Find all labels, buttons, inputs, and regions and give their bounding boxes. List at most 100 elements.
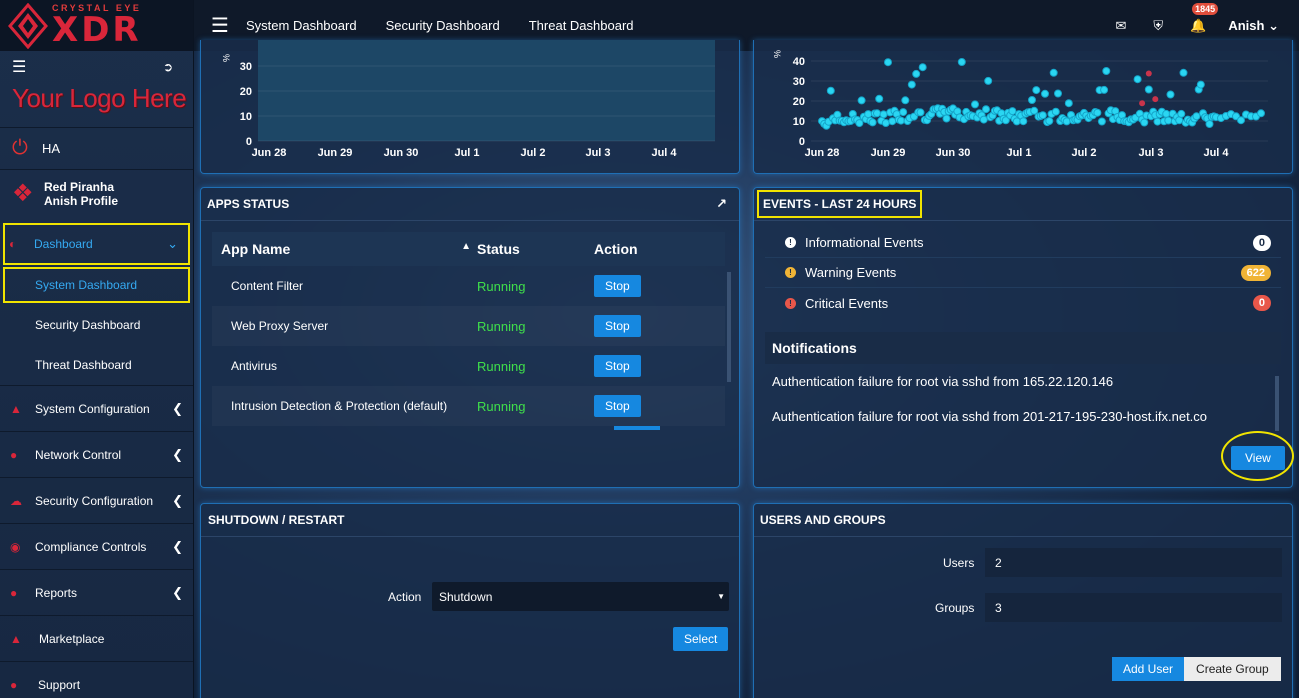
table-row: Web Proxy Server Running Stop [212,306,725,346]
x-tick-label: Jun 29 [871,147,906,159]
event-label: Critical Events [805,295,889,311]
action-select[interactable]: Shutdown ▼ [432,582,729,611]
hamburger-icon[interactable]: ☰ [194,13,246,38]
support-icon: ● [10,677,18,692]
logout-icon[interactable]: ➲ [163,60,173,74]
scatter-point [855,119,864,128]
sidebar-item-marketplace[interactable]: ▲ Marketplace [0,615,193,661]
x-tick-label: Jul 4 [651,147,677,159]
x-tick-label: Jun 28 [252,147,287,159]
scatter-point [1139,100,1146,107]
partial-row-button [614,426,660,430]
sidebar-item-network-control[interactable]: ● Network Control ❮ [0,431,193,477]
scatter-point [879,110,888,119]
chevron-left-icon: ❮ [172,446,183,462]
event-row-critical[interactable]: ! Critical Events 0 [765,288,1281,318]
scatter-point [1045,117,1054,125]
right-chart-ylabel-fragment: % [772,50,782,58]
app-name: Intrusion Detection & Protection (defaul… [231,399,448,413]
sidebar-sub-security-dashboard[interactable]: Security Dashboard [0,305,193,345]
sidebar-item-security-configuration[interactable]: ☁ Security Configuration ❮ [0,477,193,523]
scatter-point [1133,75,1142,84]
tab-system-dashboard[interactable]: System Dashboard [246,18,357,33]
col-action: Action [594,241,638,257]
stop-button[interactable]: Stop [594,275,641,297]
gear-icon: ◉ [10,539,21,554]
scatter-point [912,69,921,78]
scatter-point [982,105,990,114]
stop-button[interactable]: Stop [594,315,641,337]
sidebar-item-dashboard[interactable]: ◐ Dashboard ⌄ [3,223,190,265]
action-select-value: Shutdown [439,589,493,604]
create-group-button[interactable]: Create Group [1184,657,1281,681]
external-link-icon[interactable]: ↗ [716,196,727,212]
scatter-point [1032,86,1041,95]
cloud-icon: ☁ [10,493,22,508]
scatter-point [1049,68,1058,77]
ha-label: HA [42,141,61,156]
events-header: EVENTS - LAST 24 HOURS [754,188,1292,221]
scatter-point [875,94,884,103]
scatter-point [826,86,835,95]
sidebar-item-system-configuration[interactable]: ▲ System Configuration ❮ [0,385,193,431]
reports-icon: ● [10,585,18,600]
scatter-point [884,58,892,67]
scatter-point [1102,67,1111,75]
select-button[interactable]: Select [673,627,729,651]
info-icon: ! [785,237,796,248]
scatter-point [1152,96,1159,103]
sidebar-item-label: Security Configuration [35,493,154,508]
sort-up-icon[interactable]: ▲ [461,241,471,252]
x-tick-label: Jun 28 [805,147,840,159]
profile-card[interactable]: ❖ Red Piranha Anish Profile [0,169,193,219]
scatter-point [1144,85,1153,94]
menu-icon[interactable]: ☰ [12,57,26,77]
brand[interactable]: CRYSTAL EYE XDR [0,0,193,51]
apps-status-title: APPS STATUS [207,197,290,211]
apps-scrollbar[interactable] [727,272,731,382]
col-app-name-label: App Name [221,241,291,257]
app-status: Running [477,318,526,334]
mail-icon[interactable]: ✉ [1115,18,1126,34]
sidebar-item-compliance-controls[interactable]: ◉ Compliance Controls ❮ [0,523,193,569]
scatter-point [864,110,873,119]
shield-icon[interactable]: ⛨ [1153,18,1163,34]
stop-button[interactable]: Stop [594,395,641,417]
col-app-name[interactable]: App Name ▲ [212,241,477,257]
app-status: Running [477,398,526,414]
sidebar: CRYSTAL EYE XDR ☰ ➲ Your Logo Here ⏻ HA … [0,0,194,698]
sidebar-item-support[interactable]: ● Support [0,661,193,698]
x-tick-label: Jul 1 [1006,147,1031,159]
chevron-left-icon: ❮ [172,584,183,600]
chevron-left-icon: ❮ [172,492,183,508]
add-user-button[interactable]: Add User [1112,657,1185,681]
sidebar-sub-system-dashboard[interactable]: System Dashboard [3,267,190,303]
notification-item: Authentication failure for root via sshd… [772,409,1208,424]
tab-security-dashboard[interactable]: Security Dashboard [386,18,500,33]
sidebar-item-reports[interactable]: ● Reports ❮ [0,569,193,615]
scatter-point [1097,117,1106,126]
scatter-point [1140,118,1149,127]
view-button[interactable]: View [1231,446,1285,470]
scatter-point [984,76,993,85]
chevron-left-icon: ❮ [172,538,183,554]
x-tick-label: Jun 29 [318,147,353,159]
scatter-point [881,119,890,127]
event-count-badge: 0 [1252,295,1271,311]
event-row-informational[interactable]: ! Informational Events 0 [765,228,1281,258]
user-menu[interactable]: Anish ⌄ [1228,18,1279,34]
tab-threat-dashboard[interactable]: Threat Dashboard [529,18,634,33]
cart-icon: ▲ [10,631,22,646]
sidebar-sub-threat-dashboard[interactable]: Threat Dashboard [0,345,193,385]
scatter-point [901,96,910,105]
event-row-warning[interactable]: ! Warning Events 622 [765,258,1281,288]
y-tick-label: 30 [240,61,252,73]
scatter-point [899,108,908,117]
sidebar-item-ha[interactable]: ⏻ HA [0,127,193,169]
notifications-header: Notifications [765,332,1281,364]
stop-button[interactable]: Stop [594,355,641,377]
bell-icon[interactable]: 🔔 1845 [1190,2,1219,34]
critical-icon: ! [785,297,796,309]
notifications-scrollbar[interactable] [1275,376,1279,431]
right-chart: 403020100 Jun 28 Jun 29 Jun 30 Jul 1 Jul 2 Ju… [772,50,1268,159]
